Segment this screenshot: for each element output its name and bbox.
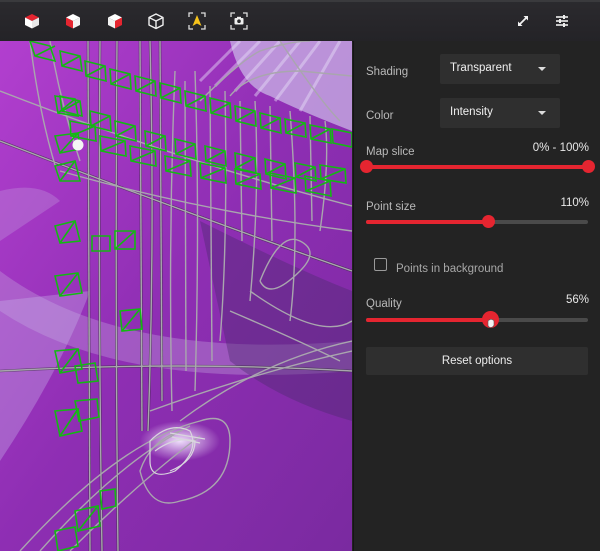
cube-left-view-icon bbox=[66, 14, 80, 29]
focus-navigation-button[interactable] bbox=[184, 8, 210, 34]
point-size-row: Point size 110% bbox=[366, 197, 589, 213]
map-slice-label: Map slice bbox=[366, 146, 415, 158]
points-in-background-row: Points in background bbox=[396, 259, 589, 277]
settings-button[interactable] bbox=[549, 8, 575, 34]
quality-label: Quality bbox=[366, 298, 402, 310]
shading-select[interactable]: Transparent bbox=[440, 54, 560, 84]
chevron-down-icon bbox=[538, 111, 546, 115]
color-label: Color bbox=[366, 110, 394, 122]
slider-fill bbox=[366, 318, 491, 322]
point-size-slider[interactable] bbox=[366, 215, 588, 229]
quality-row: Quality 56% bbox=[366, 294, 589, 310]
left-view-button[interactable] bbox=[60, 8, 86, 34]
navigation-focus-icon bbox=[188, 12, 206, 30]
toolbar-top-border bbox=[0, 0, 600, 2]
slider-fill bbox=[366, 220, 489, 224]
slider-max-thumb[interactable] bbox=[581, 160, 595, 173]
quality-slider[interactable] bbox=[366, 311, 588, 328]
color-select[interactable]: Intensity bbox=[440, 98, 560, 128]
slider-min-thumb[interactable] bbox=[359, 160, 373, 173]
fullscreen-expand-icon bbox=[518, 16, 528, 26]
right-view-button[interactable] bbox=[102, 8, 128, 34]
point-size-value: 110% bbox=[560, 197, 589, 209]
chevron-down-icon bbox=[538, 67, 546, 71]
reset-options-button[interactable]: Reset options bbox=[366, 347, 588, 375]
point-cloud-viewport[interactable] bbox=[0, 41, 352, 551]
map-slice-value: 0% - 100% bbox=[532, 142, 589, 154]
perspective-view-button[interactable] bbox=[143, 8, 169, 34]
points-in-background-checkbox[interactable] bbox=[374, 258, 387, 271]
settings-panel: Shading Transparent Color Intensity Map … bbox=[353, 41, 600, 551]
cube-right-view-icon bbox=[108, 14, 122, 29]
screenshot-camera-icon bbox=[230, 12, 248, 30]
points-in-background-label[interactable]: Points in background bbox=[396, 263, 503, 275]
shading-label: Shading bbox=[366, 66, 409, 78]
color-value: Intensity bbox=[450, 106, 493, 118]
selected-point-marker[interactable] bbox=[72, 139, 84, 151]
slider-fill bbox=[366, 165, 588, 169]
toolbar bbox=[0, 0, 600, 42]
top-view-button[interactable] bbox=[19, 8, 45, 34]
map-slice-row: Map slice 0% - 100% bbox=[366, 142, 589, 158]
map-slice-range-slider[interactable] bbox=[359, 160, 595, 174]
point-cloud-map[interactable] bbox=[0, 41, 352, 551]
grab-cursor-icon bbox=[488, 319, 495, 328]
slider-thumb[interactable] bbox=[481, 215, 495, 228]
reset-options-label: Reset options bbox=[441, 355, 513, 367]
screenshot-button[interactable] bbox=[226, 8, 252, 34]
quality-value: 56% bbox=[565, 294, 589, 306]
point-size-label: Point size bbox=[366, 201, 416, 213]
fullscreen-button[interactable] bbox=[510, 8, 536, 34]
cube-perspective-icon bbox=[148, 13, 164, 30]
settings-sliders-icon bbox=[556, 15, 568, 27]
cube-top-view-icon bbox=[25, 14, 39, 29]
shading-value: Transparent bbox=[450, 62, 512, 74]
